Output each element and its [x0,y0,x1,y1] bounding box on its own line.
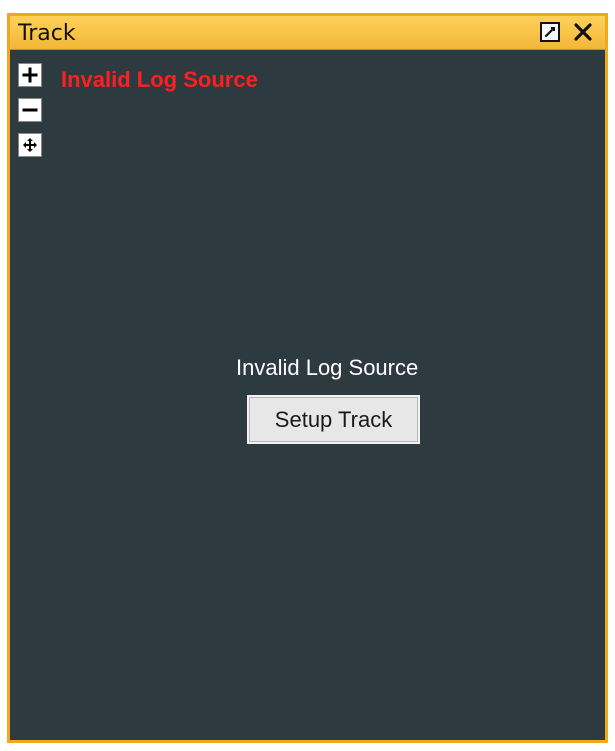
track-window: Track Invalid Log Source Invalid Log Sou… [7,13,608,743]
close-icon [574,23,592,41]
move-arrows-icon [23,138,37,152]
invalid-log-source-warning: Invalid Log Source [61,67,258,92]
window-title: Track [18,21,76,46]
zoom-in-button[interactable] [18,63,42,87]
minus-icon [22,108,38,112]
pan-button[interactable] [18,133,42,157]
wrench-icon [544,27,555,38]
close-button[interactable] [571,20,595,44]
settings-button[interactable] [540,22,560,42]
setup-track-button[interactable]: Setup Track [247,395,420,444]
plus-icon [22,67,38,83]
map-controls [18,63,54,168]
title-bar: Track [10,16,605,50]
zoom-out-button[interactable] [18,98,42,122]
status-message: Invalid Log Source [236,355,419,380]
